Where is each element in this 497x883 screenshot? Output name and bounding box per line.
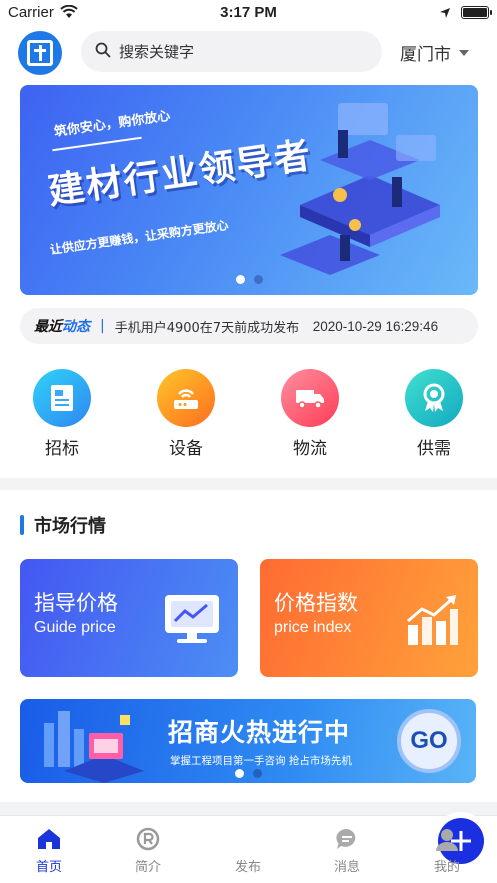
truck-icon bbox=[281, 369, 339, 427]
price-index-card[interactable]: 价格指数 price index bbox=[260, 559, 478, 677]
bar-chart-up-icon bbox=[407, 595, 458, 645]
tab-messages[interactable]: 消息 bbox=[312, 826, 382, 875]
bottom-tab-bar: 首页 简介 发布 消息 我的 bbox=[0, 812, 497, 883]
tab-label: 我的 bbox=[433, 860, 460, 875]
tab-profile[interactable]: 我的 bbox=[412, 826, 482, 875]
quick-action-label: 供需 bbox=[417, 439, 451, 459]
tab-home[interactable]: 首页 bbox=[14, 826, 84, 875]
pager-dot[interactable] bbox=[252, 769, 262, 778]
location-arrow-icon bbox=[439, 5, 451, 23]
tab-label: 发布 bbox=[234, 860, 261, 875]
pager-dot[interactable] bbox=[253, 275, 263, 284]
quick-action-equipment[interactable]: 设备 bbox=[141, 369, 231, 459]
news-ticker[interactable]: 最近动态 | 手机用户4900在7天前成功发布 2020-10-29 16:29… bbox=[20, 308, 478, 344]
hero-banner[interactable]: 筑你安心，购你放心 建材行业领导者 让供应方更赚钱，让采购方更放心 bbox=[20, 85, 478, 295]
search-bar[interactable] bbox=[81, 31, 382, 72]
quick-action-label: 招标 bbox=[45, 439, 79, 459]
pager-dot-active[interactable] bbox=[234, 769, 244, 778]
clock: 3:17 PM bbox=[220, 4, 277, 21]
award-icon bbox=[405, 369, 463, 427]
quick-action-logistics[interactable]: 物流 bbox=[265, 369, 355, 459]
tab-label: 简介 bbox=[134, 860, 161, 875]
city-selector[interactable]: 厦门市 bbox=[400, 40, 469, 65]
card-title-cn: 价格指数 bbox=[274, 591, 358, 615]
promo-pager bbox=[20, 769, 476, 778]
title-accent-bar bbox=[20, 515, 24, 535]
news-time: 2020-10-29 16:29:46 bbox=[312, 318, 439, 334]
quick-action-bidding[interactable]: 招标 bbox=[17, 369, 107, 459]
search-input[interactable] bbox=[119, 42, 359, 61]
chevron-down-icon bbox=[459, 49, 469, 56]
tab-publish[interactable]: 发布 bbox=[213, 812, 490, 875]
go-badge[interactable]: GO bbox=[397, 709, 461, 773]
tab-label: 消息 bbox=[333, 860, 360, 875]
market-section: 市场行情 指导价格 Guide price 价格指数 price index 招… bbox=[0, 490, 497, 802]
guide-price-card[interactable]: 指导价格 Guide price bbox=[20, 559, 238, 677]
banner-pager bbox=[20, 275, 478, 284]
quick-action-label: 设备 bbox=[169, 439, 203, 459]
section-title: 市场行情 bbox=[20, 512, 106, 538]
news-tag: 最近动态 bbox=[34, 319, 90, 335]
r-circle-icon bbox=[135, 826, 161, 852]
tab-label: 首页 bbox=[35, 860, 62, 875]
user-icon bbox=[434, 826, 460, 852]
search-icon bbox=[95, 42, 111, 62]
news-message: 手机用户4900在7天前成功发布 bbox=[114, 320, 300, 336]
status-bar: Carrier 3:17 PM bbox=[0, 0, 497, 26]
card-title-en: price index bbox=[274, 619, 352, 636]
quick-action-label: 物流 bbox=[293, 439, 327, 459]
home-icon bbox=[36, 826, 62, 852]
pager-dot-active[interactable] bbox=[235, 275, 245, 284]
chat-icon bbox=[334, 826, 360, 852]
card-title-en: Guide price bbox=[34, 619, 116, 636]
promo-title: 招商火热进行中 bbox=[168, 718, 351, 747]
monitor-chart-icon bbox=[165, 595, 219, 643]
tab-intro[interactable]: 简介 bbox=[113, 826, 183, 875]
battery-icon bbox=[461, 6, 492, 19]
home-top-section: 厦门市 筑你安心，购你放心 建材行业领导者 让供应方更赚钱，让采购方更放心 最近… bbox=[0, 26, 497, 478]
app-logo[interactable] bbox=[18, 31, 62, 75]
promo-banner[interactable]: 招商火热进行中 掌握工程项目第一手咨询 抢占市场先机 GO bbox=[20, 699, 476, 783]
router-icon bbox=[157, 369, 215, 427]
promo-subtitle: 掌握工程项目第一手咨询 抢占市场先机 bbox=[170, 755, 352, 767]
card-title-cn: 指导价格 bbox=[34, 591, 118, 615]
news-separator: | bbox=[100, 318, 105, 334]
city-label: 厦门市 bbox=[400, 45, 451, 65]
market-title: 市场行情 bbox=[34, 516, 106, 537]
logo-mark-icon bbox=[27, 40, 53, 66]
quick-action-supply-demand[interactable]: 供需 bbox=[389, 369, 479, 459]
document-icon bbox=[33, 369, 91, 427]
